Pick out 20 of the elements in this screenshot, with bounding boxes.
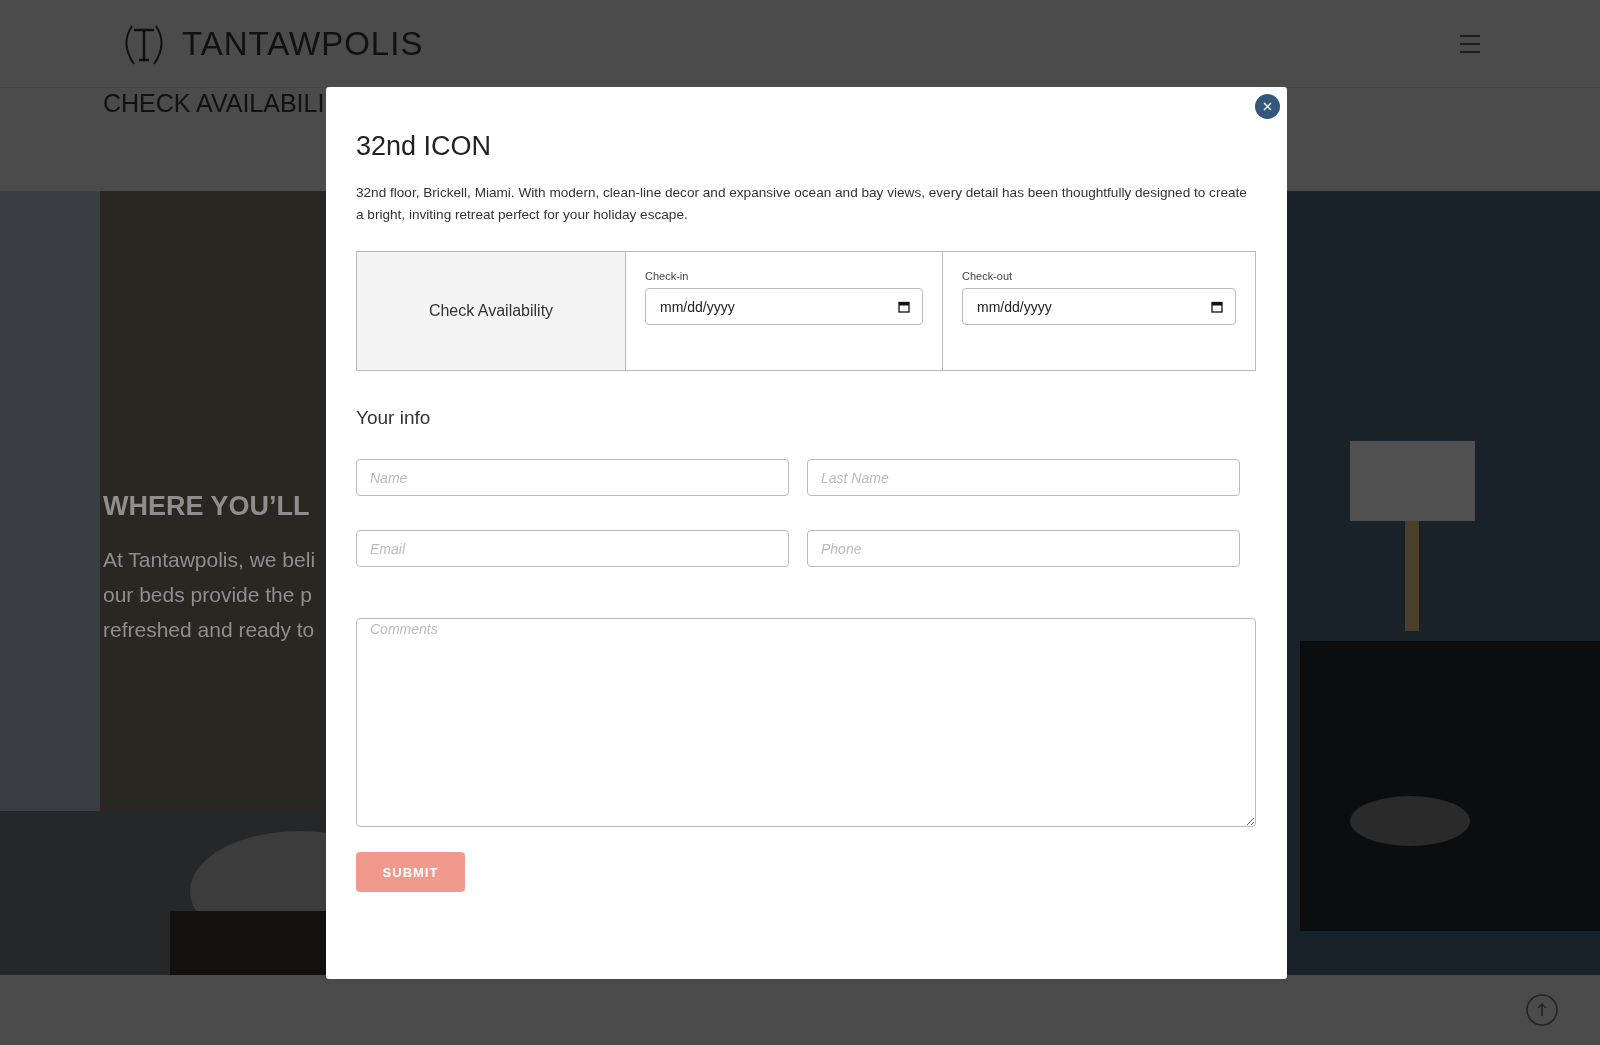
property-description: 32nd floor, Brickell, Miami. With modern, clean-line decor and expansive ocean and bay views, every detail has been thoughtfully designed to create a bright, inviting retreat perfect for your holiday escape. — [356, 184, 1248, 224]
input-field[interactable]: Name — [356, 459, 789, 496]
date-field[interactable]: mm/dd/yyyy — [962, 288, 1236, 325]
availability-label: Check Availability — [428, 302, 554, 320]
input-field[interactable]: Email — [356, 530, 789, 567]
calendar-icon[interactable] — [898, 300, 910, 313]
section-title: Your info — [356, 407, 432, 429]
input-field[interactable]: Last Name — [807, 459, 1240, 496]
date-label: Check-out — [962, 270, 1014, 282]
close-icon[interactable] — [1263, 102, 1272, 111]
input-field[interactable]: Phone — [807, 530, 1240, 567]
comments-field[interactable]: Comments — [356, 618, 1256, 827]
date-field[interactable]: mm/dd/yyyy — [645, 288, 923, 325]
date-label: Check-in — [645, 270, 690, 282]
hero-paragraph: At Tantawpolis, we beli our beds provide the p refreshed and ready to — [103, 547, 316, 643]
close-button[interactable] — [1255, 94, 1280, 119]
calendar-icon[interactable] — [1211, 300, 1223, 313]
dialog-title: 32nd ICON — [356, 131, 493, 162]
page-heading: CHECK AVAILABILI — [103, 89, 326, 118]
hero-heading: WHERE YOU’LL — [103, 491, 311, 522]
